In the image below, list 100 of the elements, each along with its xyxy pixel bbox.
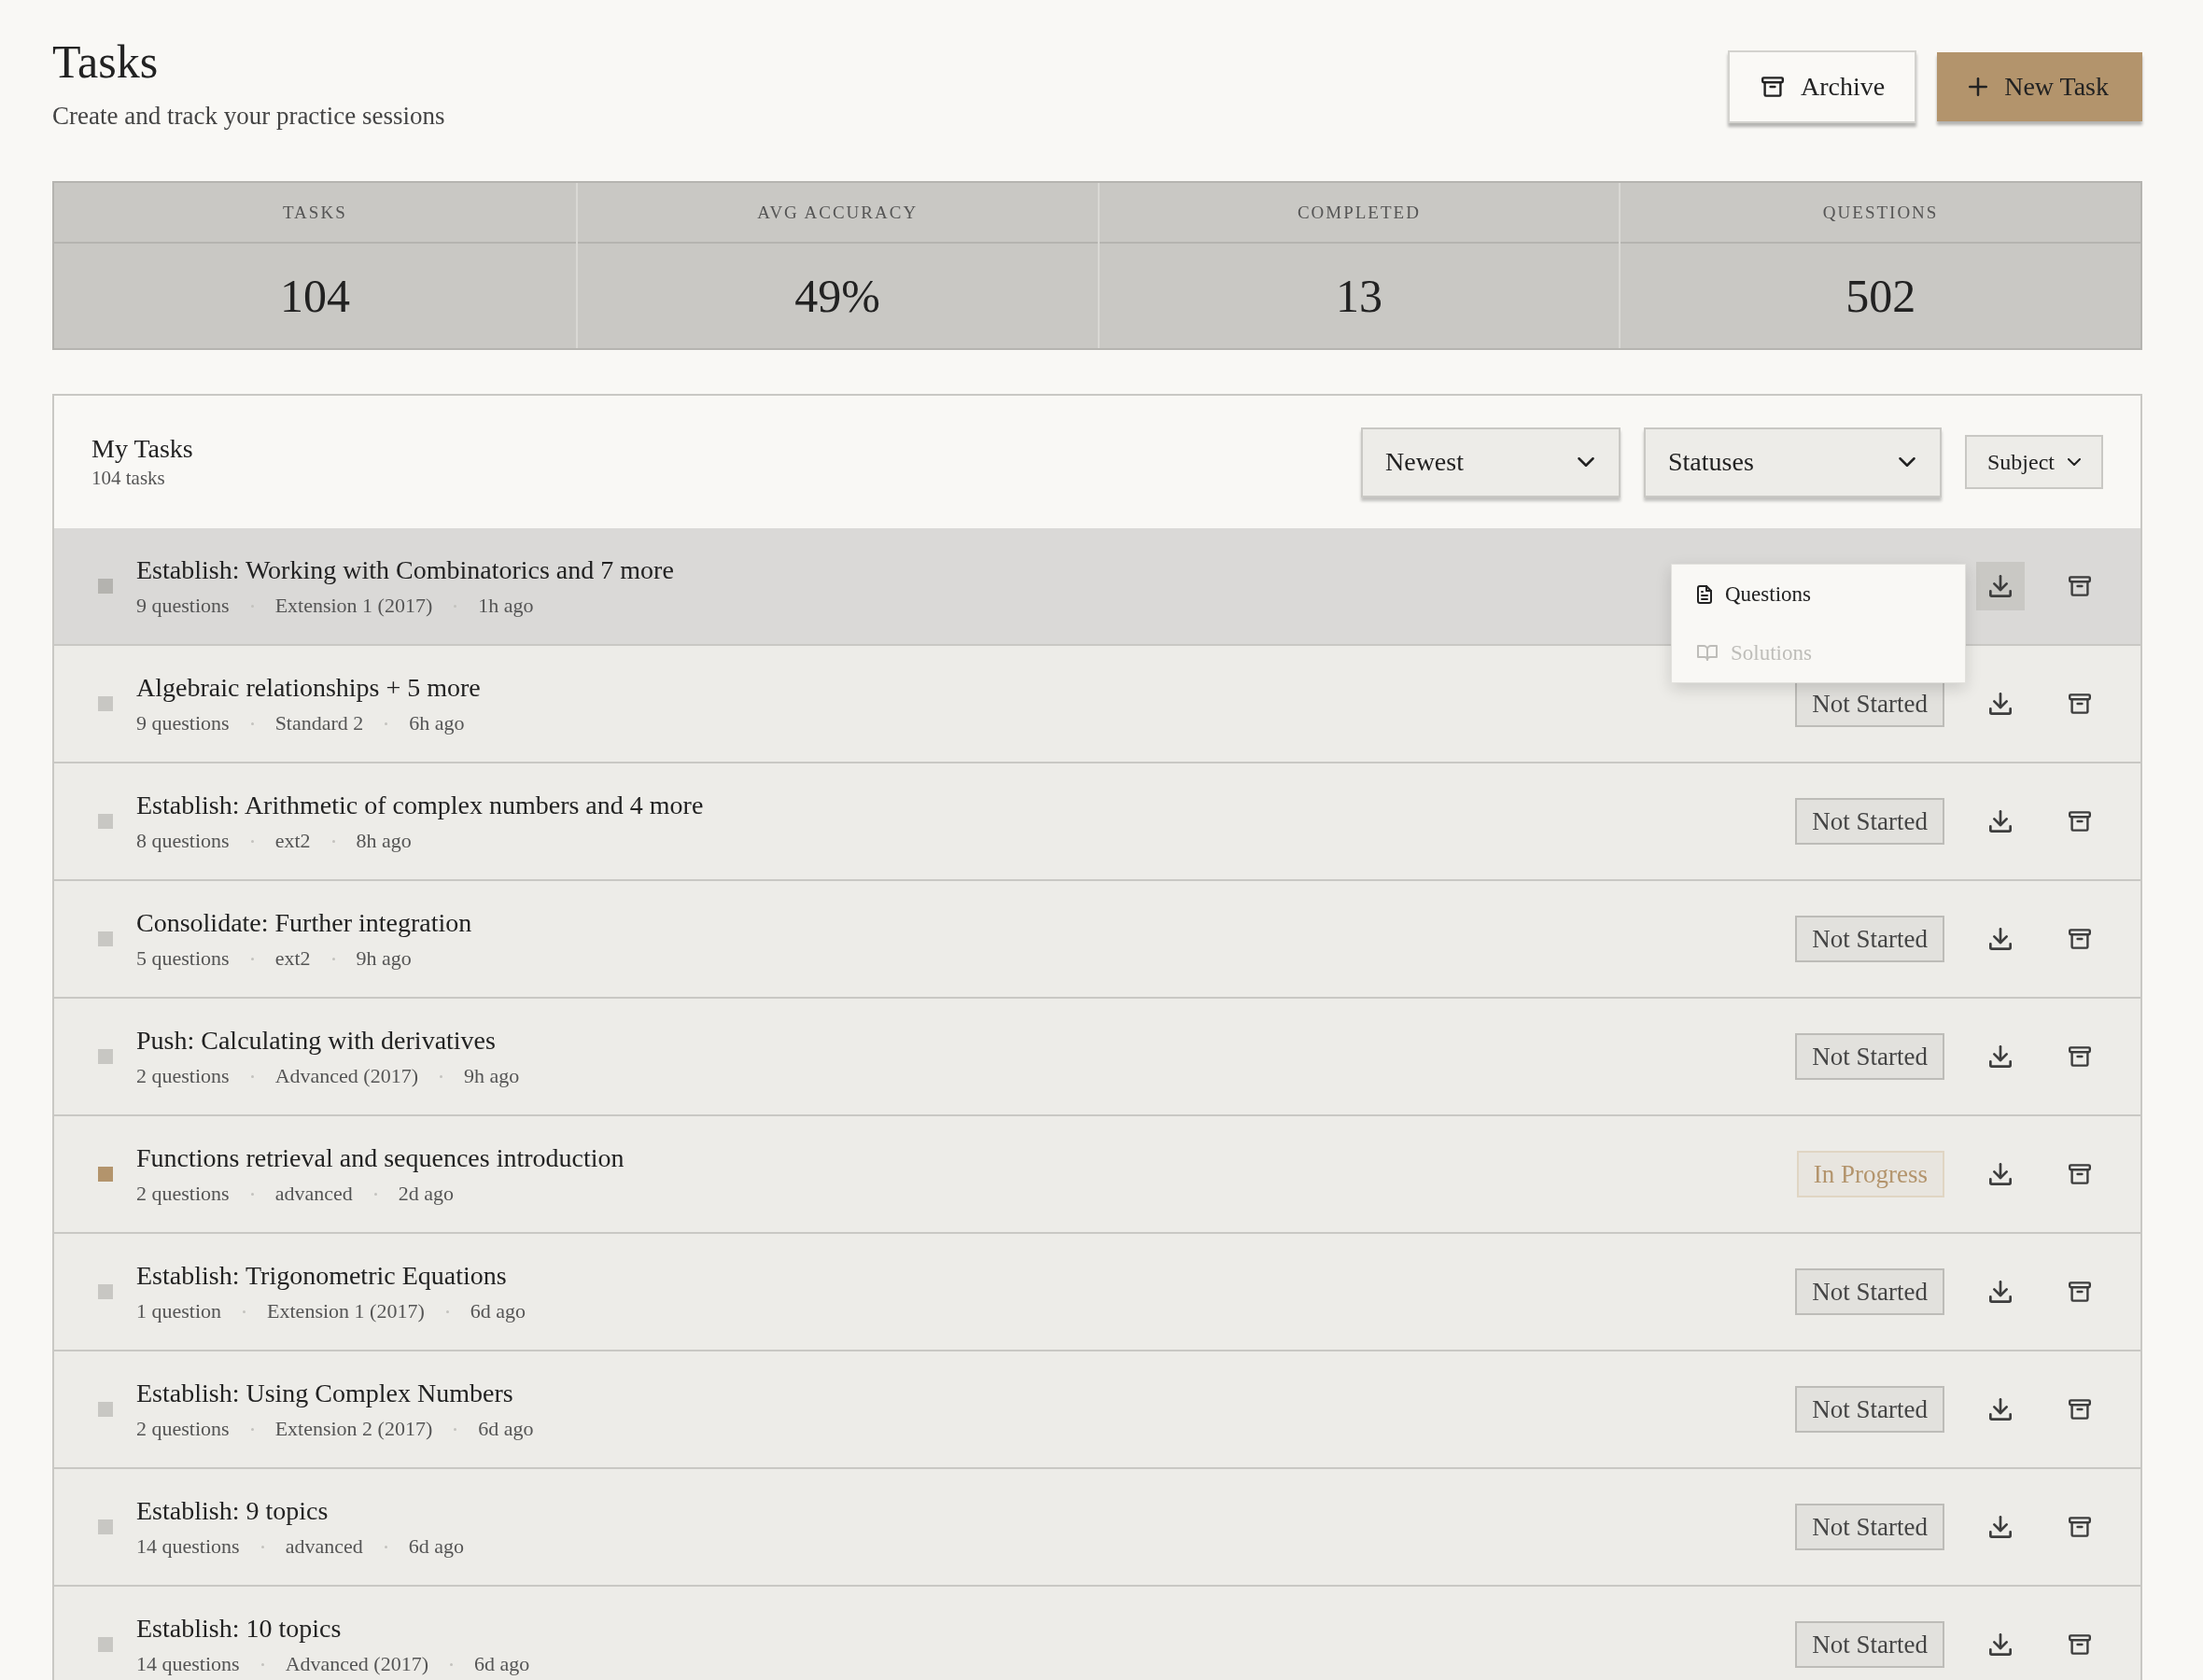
stat-label: TASKS <box>54 183 576 244</box>
download-button[interactable] <box>1976 562 2025 610</box>
question-count: 2 questions <box>136 1417 230 1441</box>
download-icon <box>1989 1398 2012 1421</box>
status-badge: Not Started <box>1795 1268 1944 1315</box>
filter-dropdown[interactable]: Subject <box>1965 435 2103 489</box>
archive-icon <box>2069 1045 2091 1068</box>
course-label: Advanced (2017) <box>285 1652 428 1676</box>
filter-dropdown[interactable]: Statuses <box>1644 427 1942 497</box>
course-label: Extension 2 (2017) <box>274 1417 433 1441</box>
task-title: Establish: Working with Combinatorics and 7 more <box>136 554 674 586</box>
status-badge: Not Started <box>1795 1386 1944 1433</box>
archive-icon <box>2069 1633 2091 1656</box>
download-icon <box>1989 1045 2012 1068</box>
task-count: 104 tasks <box>91 466 165 491</box>
download-icon <box>1989 693 2012 715</box>
archive-icon <box>2069 693 2091 715</box>
task-row[interactable]: Establish: 9 topics 14 questions advanced 6d ago Not Started <box>54 1469 2140 1587</box>
time-ago: 1h ago <box>478 594 534 618</box>
time-ago: 9h ago <box>356 946 412 971</box>
question-count: 2 questions <box>136 1182 230 1206</box>
stat-value: 502 <box>1845 269 1917 324</box>
course-label: Extension 1 (2017) <box>267 1299 425 1323</box>
stat-label: AVG ACCURACY <box>577 183 1098 244</box>
task-row[interactable]: Functions retrieval and sequences introduction 2 questions advanced 2d ago In Progress <box>54 1116 2140 1234</box>
stat-value: 49% <box>793 269 881 324</box>
archive-icon <box>2069 1516 2091 1538</box>
question-count: 5 questions <box>136 946 230 971</box>
download-icon <box>1989 1163 2012 1185</box>
task-row[interactable]: Establish: 10 topics 14 questions Advanced (2017) 6d ago Not Started <box>54 1587 2140 1680</box>
task-title: Functions retrieval and sequences introduction <box>136 1142 624 1174</box>
stat-value: 13 <box>1334 269 1383 324</box>
download-icon <box>1989 928 2012 950</box>
download-icon <box>1989 1281 2012 1303</box>
question-count: 9 questions <box>136 711 230 735</box>
task-row[interactable]: Push: Calculating with derivatives 2 questions Advanced (2017) 9h ago Not Started <box>54 999 2140 1116</box>
time-ago: 9h ago <box>463 1064 520 1088</box>
time-ago: 6d ago <box>473 1652 530 1676</box>
time-ago: 6d ago <box>478 1417 534 1441</box>
status-badge: Not Started <box>1795 1621 1944 1668</box>
stat-label: QUESTIONS <box>1621 183 2140 244</box>
menu-item[interactable]: Questions <box>1672 565 1965 623</box>
task-row[interactable]: Establish: Arithmetic of complex numbers and 4 more 8 questions ext2 8h ago Not Started <box>54 763 2140 881</box>
task-row[interactable]: Establish: Using Complex Numbers 2 questions Extension 2 (2017) 6d ago Not Started <box>54 1351 2140 1469</box>
status-badge: Not Started <box>1795 798 1944 845</box>
filter-dropdown[interactable]: Newest <box>1361 427 1621 497</box>
list-title: My Tasks <box>91 433 193 465</box>
new-task-button[interactable]: New Task <box>1937 52 2142 121</box>
archive-button[interactable]: Archive <box>1727 50 1917 123</box>
plus-icon <box>1969 77 1988 96</box>
task-title: Establish: Arithmetic of complex numbers and 4 more <box>136 790 704 821</box>
time-ago: 6d ago <box>408 1534 464 1559</box>
course-label: advanced <box>274 1182 353 1206</box>
time-ago: 2d ago <box>398 1182 454 1206</box>
chevron-icon <box>1899 457 1915 467</box>
chevron-icon <box>2068 458 2081 466</box>
download-icon <box>1989 1516 2012 1538</box>
download-icon <box>1989 810 2012 833</box>
time-ago: 6h ago <box>409 711 465 735</box>
status-badge: Not Started <box>1795 1504 1944 1550</box>
task-row[interactable]: Establish: Trigonometric Equations 1 question Extension 1 (2017) 6d ago Not Started <box>54 1234 2140 1351</box>
course-label: Advanced (2017) <box>274 1064 418 1088</box>
task-title: Establish: 10 topics <box>136 1613 342 1645</box>
download-icon <box>1989 1633 2012 1656</box>
stat-label: COMPLETED <box>1099 183 1620 244</box>
document-icon <box>1697 584 1712 604</box>
archive-icon <box>2069 810 2091 833</box>
course-label: Standard 2 <box>274 711 364 735</box>
task-row[interactable]: Consolidate: Further integration 5 questions ext2 9h ago Not Started <box>54 881 2140 999</box>
question-count: 2 questions <box>136 1064 230 1088</box>
status-badge: Not Started <box>1795 916 1944 962</box>
time-ago: 6d ago <box>470 1299 526 1323</box>
task-title: Establish: Trigonometric Equations <box>136 1260 507 1292</box>
task-title: Consolidate: Further integration <box>136 907 472 939</box>
question-count: 9 questions <box>136 594 230 618</box>
question-count: 14 questions <box>136 1534 240 1559</box>
page-subtitle: Create and track your practice sessions <box>52 101 445 132</box>
task-title: Establish: Using Complex Numbers <box>136 1378 513 1409</box>
stat-value: 104 <box>278 269 351 324</box>
status-badge: In Progress <box>1796 1151 1944 1197</box>
task-title: Push: Calculating with derivatives <box>136 1025 496 1057</box>
time-ago: 8h ago <box>356 829 412 853</box>
task-title: Establish: 9 topics <box>136 1495 329 1527</box>
status-badge: Not Started <box>1795 1033 1944 1080</box>
page-title: Tasks <box>52 35 159 88</box>
course-label: ext2 <box>274 829 311 853</box>
question-count: 1 question <box>136 1299 222 1323</box>
question-count: 14 questions <box>136 1652 240 1676</box>
course-label: ext2 <box>274 946 311 971</box>
chevron-icon <box>1578 457 1594 467</box>
archive-icon <box>2069 1163 2091 1185</box>
archive-icon <box>2069 928 2091 950</box>
archive-icon <box>2069 1281 2091 1303</box>
archive-icon <box>2069 1398 2091 1421</box>
archive-icon <box>1761 77 1784 97</box>
archive-icon <box>2069 575 2091 597</box>
question-count: 8 questions <box>136 829 230 853</box>
book-icon <box>1697 645 1718 661</box>
course-label: Extension 1 (2017) <box>274 594 433 618</box>
download-icon <box>1989 575 2012 597</box>
